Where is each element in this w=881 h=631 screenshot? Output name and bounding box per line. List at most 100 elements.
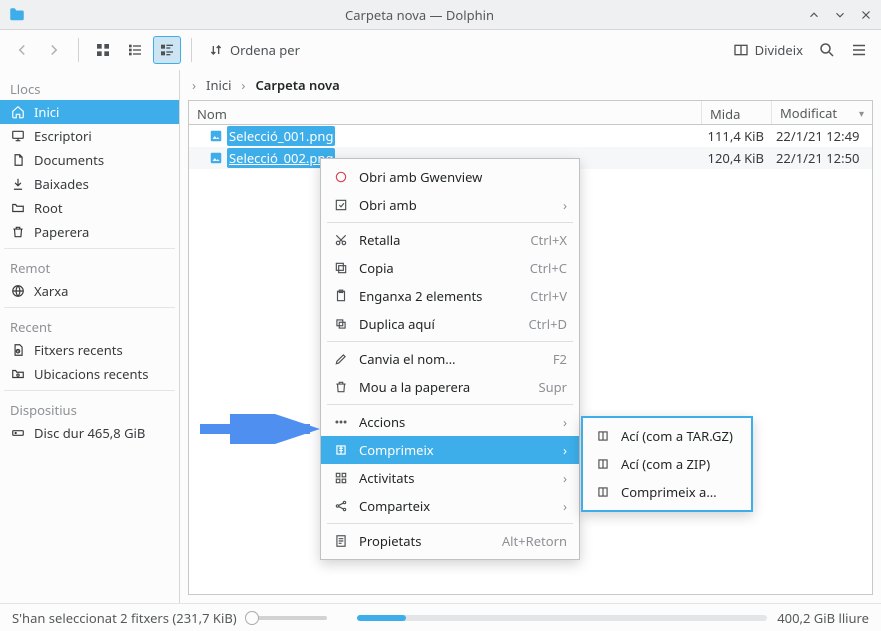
minimize-button[interactable] [807, 8, 821, 22]
view-compact-button[interactable] [121, 36, 149, 64]
menu-separator [327, 341, 573, 342]
menu-open-gwenview[interactable]: Obri amb Gwenview [321, 163, 579, 191]
view-details-button[interactable] [153, 36, 181, 64]
places-panel: Llocs Inici Escriptori Documents Baixade… [0, 70, 180, 603]
menu-separator [327, 523, 573, 524]
window-controls [807, 8, 873, 22]
menu-label: Ací (com a ZIP) [621, 455, 739, 473]
chevron-right-icon: › [192, 76, 196, 94]
column-name[interactable]: Nom [189, 101, 702, 124]
archive-icon [595, 456, 611, 472]
archive-icon [595, 428, 611, 444]
sidebar-item-network[interactable]: Xarxa [0, 279, 179, 303]
sidebar-item-label: Escriptori [34, 127, 92, 145]
column-modified[interactable]: Modificat ▾ [772, 101, 872, 124]
menu-shortcut: Ctrl+D [528, 315, 567, 333]
sidebar-item-desktop[interactable]: Escriptori [0, 124, 179, 148]
menu-label: Comparteix [359, 497, 553, 515]
gwenview-icon [333, 169, 349, 185]
toolbar: Ordena per Divideix [0, 30, 881, 70]
close-button[interactable] [859, 8, 873, 22]
menu-compress[interactable]: Comprimeix › [321, 436, 579, 464]
menu-activities[interactable]: Activitats › [321, 464, 579, 492]
chevron-right-icon: › [563, 196, 567, 214]
search-button[interactable] [813, 36, 841, 64]
menu-cut[interactable]: Retalla Ctrl+X [321, 226, 579, 254]
recent-locations-icon [10, 366, 26, 382]
section-remote: Remot [0, 253, 179, 279]
back-button[interactable] [8, 36, 36, 64]
menu-label: Obri amb Gwenview [359, 168, 567, 186]
sidebar-item-root[interactable]: Root [0, 196, 179, 220]
properties-icon [333, 533, 349, 549]
submenu-compress-to[interactable]: Comprimeix a… [583, 478, 751, 506]
breadcrumb-current[interactable]: Carpeta nova [251, 74, 343, 96]
menu-label: Enganxa 2 elements [359, 287, 520, 305]
disk-icon [10, 425, 26, 441]
breadcrumb-home[interactable]: Inici [202, 74, 235, 96]
sidebar-item-label: Root [34, 199, 63, 217]
sidebar-item-recent-locations[interactable]: Ubicacions recents [0, 362, 179, 386]
menu-share[interactable]: Comparteix › [321, 492, 579, 520]
menu-label: Activitats [359, 469, 553, 487]
submenu-zip[interactable]: Ací (com a ZIP) [583, 450, 751, 478]
documents-icon [10, 152, 26, 168]
menu-label: Retalla [359, 231, 520, 249]
recent-files-icon [10, 342, 26, 358]
sidebar-item-label: Paperera [34, 223, 89, 241]
cut-icon [333, 232, 349, 248]
image-file-icon [209, 151, 223, 165]
view-icons-button[interactable] [89, 36, 117, 64]
menu-paste[interactable]: Enganxa 2 elements Ctrl+V [321, 282, 579, 310]
breadcrumb: › Inici › Carpeta nova [180, 70, 881, 100]
sidebar-item-label: Fitxers recents [34, 341, 123, 359]
trash-icon [333, 379, 349, 395]
chevron-right-icon: › [563, 497, 567, 515]
menu-rename[interactable]: Canvia el nom… F2 [321, 345, 579, 373]
context-menu[interactable]: Obri amb Gwenview Obri amb › Retalla Ctr… [320, 158, 580, 560]
table-row[interactable]: Selecció_001.png 111,4 KiB 22/1/21 12:49 [189, 125, 872, 147]
sidebar-item-disk[interactable]: Disc dur 465,8 GiB [0, 421, 179, 445]
column-size[interactable]: Mida [702, 101, 772, 124]
zoom-slider[interactable] [247, 616, 347, 620]
sidebar-item-label: Ubicacions recents [34, 365, 148, 383]
menu-separator [327, 404, 573, 405]
sidebar-item-recent-files[interactable]: Fitxers recents [0, 338, 179, 362]
network-icon [10, 283, 26, 299]
section-recent: Recent [0, 312, 179, 338]
maximize-button[interactable] [833, 8, 847, 22]
forward-button[interactable] [40, 36, 68, 64]
sidebar-item-label: Disc dur 465,8 GiB [34, 424, 145, 442]
sort-button[interactable]: Ordena per [202, 36, 306, 64]
menu-label: Propietats [359, 532, 492, 550]
menu-copy[interactable]: Copia Ctrl+C [321, 254, 579, 282]
sidebar-item-downloads[interactable]: Baixades [0, 172, 179, 196]
menu-duplicate[interactable]: Duplica aquí Ctrl+D [321, 310, 579, 338]
split-button[interactable]: Divideix [727, 36, 809, 64]
sidebar-item-trash[interactable]: Paperera [0, 220, 179, 244]
separator [78, 38, 79, 62]
menu-shortcut: Ctrl+V [530, 287, 567, 305]
sidebar-item-home[interactable]: Inici [0, 100, 179, 124]
menu-label: Accions [359, 413, 553, 431]
menu-actions[interactable]: Accions › [321, 408, 579, 436]
sidebar-item-documents[interactable]: Documents [0, 148, 179, 172]
paste-icon [333, 288, 349, 304]
trash-icon [10, 224, 26, 240]
menu-label: Ací (com a TAR.GZ) [621, 427, 739, 445]
compress-icon [333, 442, 349, 458]
share-icon [333, 498, 349, 514]
compress-submenu[interactable]: Ací (com a TAR.GZ) Ací (com a ZIP) Compr… [581, 416, 753, 512]
submenu-tar[interactable]: Ací (com a TAR.GZ) [583, 422, 751, 450]
hamburger-menu-button[interactable] [845, 36, 873, 64]
menu-trash[interactable]: Mou a la paperera Supr [321, 373, 579, 401]
window-title: Carpeta nova — Dolphin [32, 6, 807, 24]
archive-icon [595, 484, 611, 500]
menu-open-with[interactable]: Obri amb › [321, 191, 579, 219]
menu-shortcut: Alt+Retorn [502, 532, 567, 550]
sidebar-item-label: Xarxa [34, 282, 68, 300]
image-file-icon [209, 129, 223, 143]
column-modified-label: Modificat [780, 104, 837, 122]
menu-properties[interactable]: Propietats Alt+Retorn [321, 527, 579, 555]
disk-usage-bar [357, 615, 768, 621]
